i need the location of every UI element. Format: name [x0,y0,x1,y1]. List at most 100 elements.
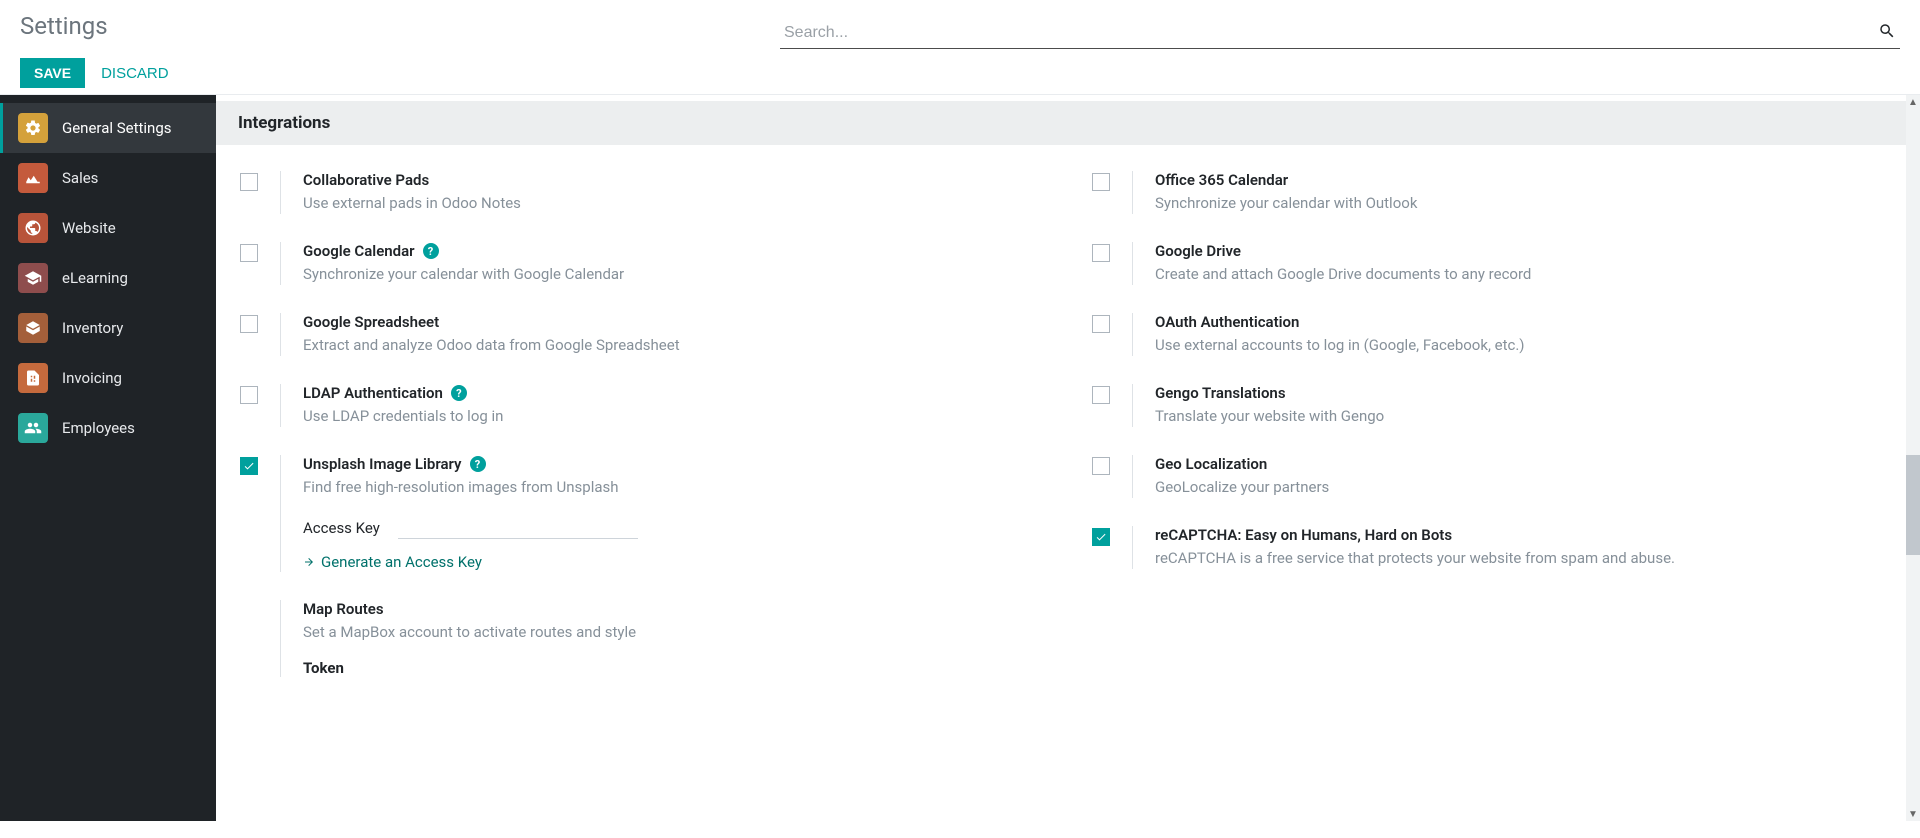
help-icon[interactable]: ? [470,456,486,472]
setting-body: Unsplash Image Library?Find free high-re… [280,455,1044,572]
checkbox[interactable] [240,457,258,475]
sidebar-item-label: Website [62,219,116,237]
checkbox[interactable] [240,386,258,404]
save-button[interactable]: SAVE [20,58,85,88]
setting-body: Collaborative PadsUse external pads in O… [280,171,1044,214]
sidebar-item-label: Sales [62,169,98,187]
scroll-up-arrow[interactable]: ▲ [1906,95,1920,109]
setting-description: reCAPTCHA is a free service that protect… [1155,548,1896,569]
setting-body: Google Calendar? Synchronize your calenda… [280,242,1044,285]
search-input[interactable] [780,18,1900,49]
setting-google-drive: Google Drive Create and attach Google Dri… [1092,232,1896,303]
search-icon[interactable] [1878,22,1896,44]
field-label: Access Key [303,519,380,537]
checkbox[interactable] [1092,244,1110,262]
integrations-block: Collaborative PadsUse external pads in O… [216,145,1920,735]
sidebar-item-label: eLearning [62,269,128,287]
help-icon[interactable]: ? [423,243,439,259]
page-title: Settings [20,12,780,40]
left-column: Collaborative PadsUse external pads in O… [240,161,1044,695]
setting-description: Synchronize your calendar with Google Ca… [303,264,1044,285]
setting-description: Extract and analyze Odoo data from Googl… [303,335,1044,356]
setting-title-text: Geo Localization [1155,455,1267,473]
checkbox[interactable] [240,315,258,333]
setting-geo-localization: Geo Localization GeoLocalize your partner… [1092,445,1896,516]
sidebar-item-elearning[interactable]: eLearning [0,253,216,303]
setting-title-text: reCAPTCHA: Easy on Humans, Hard on Bots [1155,526,1452,544]
sidebar-item-label: Employees [62,419,135,437]
setting-body: Gengo Translations Translate your website… [1132,384,1896,427]
sidebar-item-label: General Settings [62,119,172,137]
setting-title-text: Office 365 Calendar [1155,171,1288,189]
sidebar-icon [18,413,48,443]
sidebar-item-invoicing[interactable]: Invoicing [0,353,216,403]
setting-title: OAuth Authentication [1155,313,1896,331]
checkbox[interactable] [1092,386,1110,404]
search-container [780,12,1900,49]
setting-title: Geo Localization [1155,455,1896,473]
setting-title: Google Spreadsheet [303,313,1044,331]
setting-oauth-authentication: OAuth Authentication Use external account… [1092,303,1896,374]
setting-gengo-translations: Gengo Translations Translate your website… [1092,374,1896,445]
setting-description: Synchronize your calendar with Outlook [1155,193,1896,214]
setting-collaborative-pads: Collaborative PadsUse external pads in O… [240,161,1044,232]
discard-button[interactable]: DISCARD [101,65,169,82]
checkbox[interactable] [240,244,258,262]
section-header-integrations: Integrations [216,101,1920,145]
setting-body: Google Spreadsheet Extract and analyze Od… [280,313,1044,356]
access-key-row: Access Key [303,518,1044,539]
setting-body: Google Drive Create and attach Google Dri… [1132,242,1896,285]
setting-title: LDAP Authentication? [303,384,1044,402]
setting-recaptcha-easy-on-humans-hard-on-bots: reCAPTCHA: Easy on Humans, Hard on Bots r… [1092,516,1896,587]
sidebar-item-label: Inventory [62,319,123,337]
setting-title-text: Collaborative Pads [303,171,429,189]
setting-title-text: Unsplash Image Library [303,455,462,473]
body: General Settings Sales Website eLearning Inv… [0,95,1920,821]
sidebar-icon [18,213,48,243]
checkbox[interactable] [1092,457,1110,475]
link-text: Generate an Access Key [321,553,482,571]
setting-title-text: Map Routes [303,600,384,618]
sidebar-item-sales[interactable]: Sales [0,153,216,203]
setting-body: Geo Localization GeoLocalize your partner… [1132,455,1896,498]
checkbox[interactable] [1092,173,1110,191]
sidebar-icon [18,113,48,143]
sidebar-item-employees[interactable]: Employees [0,403,216,453]
setting-description: Use external accounts to log in (Google,… [1155,335,1896,356]
setting-ldap-authentication: LDAP Authentication? Use LDAP credentials… [240,374,1044,445]
sidebar: General Settings Sales Website eLearning Inv… [0,95,216,821]
scrollbar-thumb[interactable] [1906,455,1920,555]
scrollbar-track[interactable]: ▲ ▼ [1906,95,1920,821]
setting-title-text: OAuth Authentication [1155,313,1299,331]
checkbox[interactable] [1092,528,1110,546]
sidebar-icon [18,363,48,393]
setting-title: Google Drive [1155,242,1896,260]
setting-body: OAuth Authentication Use external account… [1132,313,1896,356]
sidebar-item-general-settings[interactable]: General Settings [0,103,216,153]
access-key-input[interactable] [398,518,638,539]
setting-unsplash-image-library: Unsplash Image Library?Find free high-re… [240,445,1044,590]
checkbox[interactable] [240,173,258,191]
setting-description: GeoLocalize your partners [1155,477,1896,498]
sidebar-icon [18,163,48,193]
setting-title: Collaborative Pads [303,171,1044,189]
setting-description: Create and attach Google Drive documents… [1155,264,1896,285]
setting-google-calendar: Google Calendar? Synchronize your calenda… [240,232,1044,303]
sidebar-item-label: Invoicing [62,369,122,387]
sidebar-item-inventory[interactable]: Inventory [0,303,216,353]
setting-description: Use LDAP credentials to log in [303,406,1044,427]
setting-map-routes: Map Routes Set a MapBox account to activa… [240,590,1044,695]
generate-access-key-link[interactable]: Generate an Access Key [303,553,482,571]
setting-title-text: Gengo Translations [1155,384,1286,402]
checkbox[interactable] [1092,315,1110,333]
setting-title-text: Google Calendar [303,242,415,260]
setting-description: Set a MapBox account to activate routes … [303,622,1044,643]
scroll-down-arrow[interactable]: ▼ [1906,807,1920,821]
sidebar-item-website[interactable]: Website [0,203,216,253]
action-buttons: SAVE DISCARD [20,58,780,88]
help-icon[interactable]: ? [451,385,467,401]
setting-title: Gengo Translations [1155,384,1896,402]
setting-office-365-calendar: Office 365 Calendar Synchronize your cale… [1092,161,1896,232]
setting-body: LDAP Authentication? Use LDAP credentials… [280,384,1044,427]
setting-description: Translate your website with Gengo [1155,406,1896,427]
